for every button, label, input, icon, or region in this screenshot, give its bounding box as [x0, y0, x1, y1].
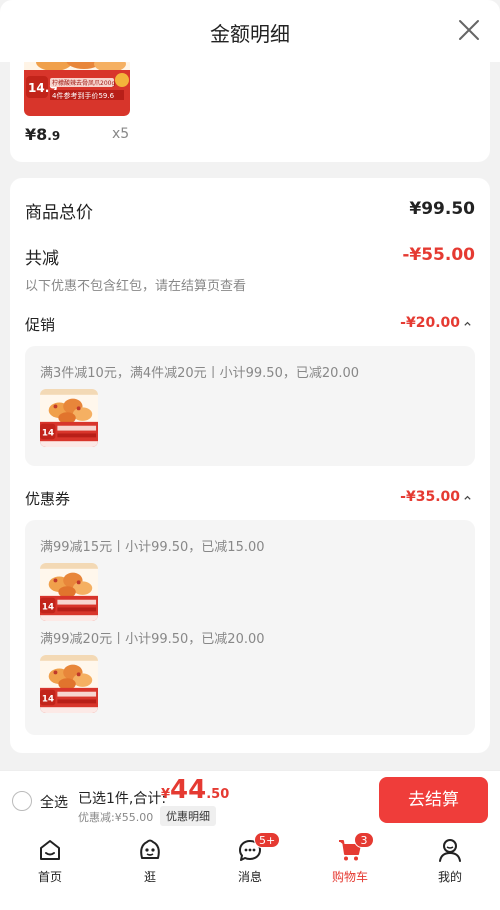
select-all-radio[interactable] [12, 791, 32, 811]
amount-detail-sheet: 金额明细 14.9 柠檬酸辣去骨凤爪200g 4件参考到手价59.6 ¥8.9 … [0, 0, 500, 770]
coupon-product-thumbnail[interactable] [40, 563, 98, 621]
cart-badge: 3 [354, 832, 374, 848]
coupon-box: 满99减15元丨小计99.50，已减15.00 满99减20元丨小计99.50，… [25, 520, 475, 735]
messages-badge: 5+ [254, 832, 281, 848]
sheet-header: 金额明细 [0, 0, 500, 62]
product-thumbnail[interactable]: 14.9 柠檬酸辣去骨凤爪200g 4件参考到手价59.6 [24, 62, 130, 116]
product-image [40, 563, 98, 621]
product-image: 14.9 柠檬酸辣去骨凤爪200g 4件参考到手价59.6 [24, 62, 130, 116]
svg-text:4件参考到手价59.6: 4件参考到手价59.6 [52, 91, 115, 100]
price-detail-card: 商品总价 ¥99.50 共减 -¥55.00 以下优惠不包含红包，请在结算页查看… [10, 178, 490, 753]
close-button[interactable] [456, 17, 482, 43]
selected-summary: 已选1件,合计: [78, 791, 167, 807]
tab-explore[interactable]: 逛 [110, 830, 190, 890]
coupon-toggle[interactable]: -¥35.00 [400, 489, 472, 505]
promotion-box: 满3件减10元，满4件减20元丨小计99.50，已减20.00 [25, 346, 475, 466]
bottom-tab-bar: 首页 逛 5+ 消息 3 购物车 我的 [0, 830, 500, 910]
goods-total-value: ¥99.50 [409, 199, 475, 219]
item-price: ¥8.9 [25, 125, 61, 144]
goods-total-label: 商品总价 [25, 203, 93, 223]
chevron-up-icon [464, 321, 471, 326]
discount-amount: 优惠减:¥55.00 [78, 811, 154, 824]
tab-label: 购物车 [331, 870, 368, 884]
total-reduce-label: 共减 [25, 249, 59, 269]
promotion-toggle[interactable]: -¥20.00 [400, 315, 472, 331]
sheet-title: 金额明细 [210, 22, 290, 46]
tab-label: 逛 [143, 870, 156, 884]
total-reduce-value: -¥55.00 [402, 245, 475, 265]
coupon-rule: 满99减20元丨小计99.50，已减20.00 [40, 632, 265, 647]
tab-label: 我的 [437, 870, 462, 884]
discount-note: 以下优惠不包含红包，请在结算页查看 [25, 279, 247, 294]
promotion-product-thumbnail[interactable] [40, 389, 98, 447]
tab-home[interactable]: 首页 [10, 830, 90, 890]
total-amount: ¥44.50 [161, 775, 230, 805]
promotion-value: -¥20.00 [400, 315, 460, 331]
discount-detail-button[interactable]: 优惠明细 [160, 806, 216, 826]
close-icon [459, 20, 479, 40]
item-quantity: x5 [112, 126, 130, 142]
cart-item-card: 14.9 柠檬酸辣去骨凤爪200g 4件参考到手价59.6 ¥8.9 x5 [10, 62, 490, 162]
chevron-up-icon [464, 495, 471, 500]
tab-messages[interactable]: 5+ 消息 [210, 830, 290, 890]
tab-cart[interactable]: 3 购物车 [310, 830, 390, 890]
promotion-rule: 满3件减10元，满4件减20元丨小计99.50，已减20.00 [40, 366, 360, 381]
select-all-label[interactable]: 全选 [40, 792, 68, 812]
coupon-rule: 满99减15元丨小计99.50，已减15.00 [40, 540, 265, 555]
product-image [40, 655, 98, 713]
coupon-value: -¥35.00 [400, 489, 460, 505]
coupon-label: 优惠券 [25, 490, 71, 508]
tab-label: 首页 [37, 870, 62, 884]
checkout-button[interactable]: 去结算 [379, 777, 488, 823]
tab-profile[interactable]: 我的 [410, 830, 490, 890]
coupon-product-thumbnail[interactable] [40, 655, 98, 713]
tab-label: 消息 [237, 870, 262, 884]
svg-text:柠檬酸辣去骨凤爪200g: 柠檬酸辣去骨凤爪200g [52, 79, 115, 87]
product-image [40, 389, 98, 447]
home-icon [36, 836, 64, 864]
smiley-face-icon [136, 836, 164, 864]
promotion-label: 促销 [25, 316, 56, 334]
user-icon [436, 836, 464, 864]
checkout-bar: 全选 已选1件,合计: ¥44.50 优惠减:¥55.00 优惠明细 去结算 [0, 770, 500, 830]
